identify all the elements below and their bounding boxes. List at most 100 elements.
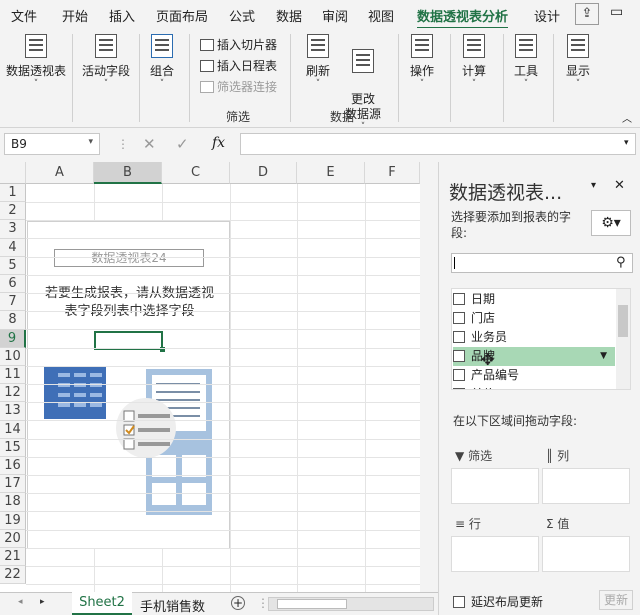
field-item-price[interactable]: 单价 xyxy=(453,385,613,389)
add-sheet-icon[interactable]: + xyxy=(231,596,245,610)
row-header[interactable]: 1 xyxy=(0,184,26,203)
column-header[interactable]: B xyxy=(94,162,162,184)
field-item-salesperson[interactable]: 业务员 xyxy=(453,328,613,347)
rows-zone[interactable]: ≡ 行 xyxy=(451,512,539,580)
field-checkbox[interactable] xyxy=(453,312,465,324)
field-checkbox[interactable] xyxy=(453,293,465,305)
actions-button[interactable]: 操作 ˅ xyxy=(404,34,440,89)
expand-formula-icon[interactable]: ▾ xyxy=(624,138,629,148)
tab-file[interactable]: 文件 xyxy=(11,6,37,25)
select-all-corner[interactable] xyxy=(0,162,26,184)
tab-home[interactable]: 开始 xyxy=(62,6,88,25)
row-header[interactable]: 9 xyxy=(0,329,26,348)
insert-slicer-button[interactable]: 插入切片器 xyxy=(200,36,277,53)
field-item-brand[interactable]: 品牌 ▼ xyxy=(453,347,615,366)
tab-design[interactable]: 设计 xyxy=(534,6,560,25)
comment-icon[interactable]: ▭ xyxy=(610,4,623,20)
row-header[interactable]: 18 xyxy=(0,493,26,512)
field-checkbox[interactable] xyxy=(453,331,465,343)
formula-input[interactable] xyxy=(240,133,636,155)
row-header[interactable]: 21 xyxy=(0,548,26,567)
filter-connections-button[interactable]: 筛选器连接 xyxy=(200,78,277,95)
tab-insert[interactable]: 插入 xyxy=(109,6,135,25)
column-header[interactable]: C xyxy=(162,162,230,184)
panel-title: 数据透视表... xyxy=(449,182,563,204)
field-list-scrollbar[interactable] xyxy=(616,289,630,389)
refresh-button[interactable]: 刷新 ˅ xyxy=(300,34,336,89)
row-header[interactable]: 22 xyxy=(0,566,26,585)
tools-icon xyxy=(515,34,537,58)
field-checkbox[interactable] xyxy=(453,350,465,362)
horizontal-scrollbar[interactable] xyxy=(268,597,434,611)
prev-sheet-icon[interactable]: ◂ xyxy=(18,597,23,607)
row-header[interactable]: 4 xyxy=(0,238,26,257)
tab-review[interactable]: 审阅 xyxy=(322,6,348,25)
defer-checkbox[interactable] xyxy=(453,596,465,608)
row-header[interactable]: 6 xyxy=(0,275,26,294)
update-button[interactable]: 更新 xyxy=(599,590,633,610)
row-header[interactable]: 8 xyxy=(0,311,26,330)
pivot-message-2: 表字段列表中选择字段 xyxy=(64,304,195,319)
values-zone[interactable]: Σ 值 xyxy=(542,512,630,580)
name-box[interactable]: B9 ▾ xyxy=(4,133,100,155)
next-sheet-icon[interactable]: ▸ xyxy=(40,597,45,607)
columns-zone[interactable]: ║ 列 xyxy=(542,444,630,512)
tab-formulas[interactable]: 公式 xyxy=(229,6,255,25)
defer-update-option[interactable]: 延迟布局更新 xyxy=(453,593,543,610)
row-header[interactable]: 7 xyxy=(0,293,26,312)
active-field-icon xyxy=(95,34,117,58)
row-header[interactable]: 15 xyxy=(0,438,26,457)
vertical-scrollbar[interactable] xyxy=(420,162,438,592)
filters-zone[interactable]: ▼ 筛选 xyxy=(451,444,539,512)
field-item-product-id[interactable]: 产品编号 xyxy=(453,366,613,385)
cancel-icon[interactable]: ✕ xyxy=(143,135,156,153)
column-header[interactable]: D xyxy=(230,162,297,184)
pivot-name: 数据透视表24 xyxy=(54,249,204,267)
row-header[interactable]: 14 xyxy=(0,420,26,439)
row-header[interactable]: 17 xyxy=(0,475,26,494)
row-header[interactable]: 2 xyxy=(0,202,26,221)
row-header[interactable]: 10 xyxy=(0,347,26,366)
change-source-icon xyxy=(352,49,374,73)
row-header[interactable]: 12 xyxy=(0,384,26,403)
row-header[interactable]: 13 xyxy=(0,402,26,421)
enter-icon[interactable]: ✓ xyxy=(176,135,189,153)
column-header[interactable]: F xyxy=(365,162,420,184)
tab-pivot-analyze[interactable]: 数据透视表分析 xyxy=(417,6,509,30)
active-field-button[interactable]: 活动字段 ˅ xyxy=(78,34,134,89)
row-header[interactable]: 3 xyxy=(0,220,26,239)
calculations-button[interactable]: 计算 ˅ xyxy=(456,34,492,89)
filter-icon: ▼ xyxy=(455,449,465,463)
row-header[interactable]: 5 xyxy=(0,256,26,275)
tab-page-layout[interactable]: 页面布局 xyxy=(156,6,208,25)
slicer-icon xyxy=(200,39,214,51)
field-checkbox[interactable] xyxy=(453,388,465,389)
panel-menu-icon[interactable]: ▾ xyxy=(591,180,596,191)
close-icon[interactable]: ✕ xyxy=(614,178,625,193)
field-checkbox[interactable] xyxy=(453,369,465,381)
pivot-placeholder[interactable]: 数据透视表24 若要生成报表，请从数据透视 表字段列表中选择字段 xyxy=(27,221,230,549)
group-button[interactable]: 组合 ˅ xyxy=(144,34,180,89)
insert-timeline-button[interactable]: 插入日程表 xyxy=(200,57,277,74)
column-header[interactable]: A xyxy=(26,162,94,184)
tab-data[interactable]: 数据 xyxy=(276,6,302,25)
row-header[interactable]: 20 xyxy=(0,529,26,548)
sheet-tab-sales[interactable]: 手机销售数 xyxy=(140,596,205,615)
collapse-ribbon-icon[interactable]: ︿ xyxy=(622,110,632,125)
field-item-store[interactable]: 门店 xyxy=(453,309,613,328)
row-header[interactable]: 19 xyxy=(0,511,26,530)
tab-view[interactable]: 视图 xyxy=(368,6,394,25)
row-header[interactable]: 16 xyxy=(0,457,26,476)
share-icon[interactable]: ⇪ xyxy=(575,3,599,25)
field-item-date[interactable]: 日期 xyxy=(453,290,613,309)
sheet-tab-sheet2[interactable]: Sheet2 xyxy=(72,592,132,615)
pivottable-button[interactable]: 数据透视表 ˅ xyxy=(6,34,66,89)
gear-icon[interactable]: ⚙▾ xyxy=(591,210,631,236)
show-button[interactable]: 显示 ˅ xyxy=(560,34,596,89)
row-header[interactable]: 11 xyxy=(0,366,26,385)
fx-icon[interactable]: fx xyxy=(212,135,225,151)
column-header[interactable]: E xyxy=(297,162,365,184)
field-search-input[interactable]: ⚲ xyxy=(451,253,633,273)
timeline-icon xyxy=(200,60,214,72)
tools-button[interactable]: 工具 ˅ xyxy=(508,34,544,89)
